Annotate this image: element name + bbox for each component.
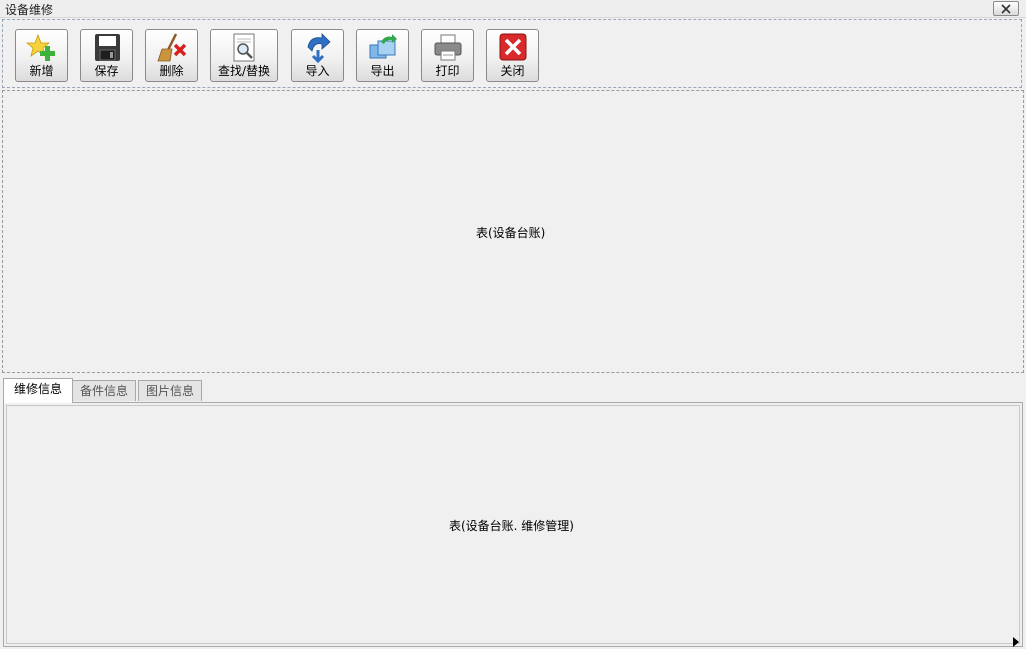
export-button[interactable]: 导出 (356, 29, 409, 82)
print-button[interactable]: 打印 (421, 29, 474, 82)
floppy-disk-icon (94, 34, 120, 61)
export-label: 导出 (370, 64, 395, 78)
window-title: 设备维修 (5, 3, 54, 17)
repair-table-panel[interactable]: 表(设备台账. 维修管理) (3, 402, 1023, 647)
equipment-table-panel[interactable]: 表(设备台账) (2, 90, 1024, 373)
tab-repair-info[interactable]: 维修信息 (3, 378, 73, 403)
close-icon (1001, 3, 1011, 14)
window-close-button[interactable] (993, 1, 1019, 16)
printer-icon (434, 34, 461, 61)
add-label: 新增 (29, 64, 54, 78)
toolbar: 新增 保存 删除 查找/替换 导入 导出 打印 关闭 (2, 19, 1022, 88)
find-replace-label: 查找/替换 (217, 64, 271, 78)
tab-spare-parts-info[interactable]: 备件信息 (72, 380, 136, 401)
export-icon (369, 34, 397, 59)
tab-image-info-label: 图片信息 (145, 384, 194, 398)
tab-image-info[interactable]: 图片信息 (138, 380, 202, 401)
add-star-icon (25, 33, 55, 61)
delete-button[interactable]: 删除 (145, 29, 198, 82)
close-button[interactable]: 关闭 (486, 29, 539, 82)
tab-repair-info-label: 维修信息 (13, 382, 62, 396)
find-replace-icon (233, 33, 255, 62)
print-label: 打印 (435, 64, 460, 78)
add-button[interactable]: 新增 (15, 29, 68, 82)
repair-table-placeholder: 表(设备台账. 维修管理) (449, 519, 574, 533)
tab-spare-parts-info-label: 备件信息 (79, 384, 128, 398)
title-bar: 设备维修 (0, 0, 1026, 18)
import-arrow-icon (307, 33, 331, 63)
equipment-table-placeholder: 表(设备台账) (476, 226, 546, 240)
close-red-icon (499, 33, 526, 61)
import-button[interactable]: 导入 (291, 29, 344, 82)
detail-tabs: 维修信息 备件信息 图片信息 (3, 378, 1023, 403)
import-label: 导入 (305, 64, 330, 78)
close-label: 关闭 (500, 64, 525, 78)
find-replace-button[interactable]: 查找/替换 (210, 29, 278, 82)
repair-table-frame: 表(设备台账. 维修管理) (6, 405, 1020, 644)
broom-delete-icon (156, 33, 186, 62)
save-button[interactable]: 保存 (80, 29, 133, 82)
scroll-right-arrow-icon[interactable] (1013, 637, 1019, 647)
delete-label: 删除 (159, 64, 184, 78)
save-label: 保存 (94, 64, 119, 78)
